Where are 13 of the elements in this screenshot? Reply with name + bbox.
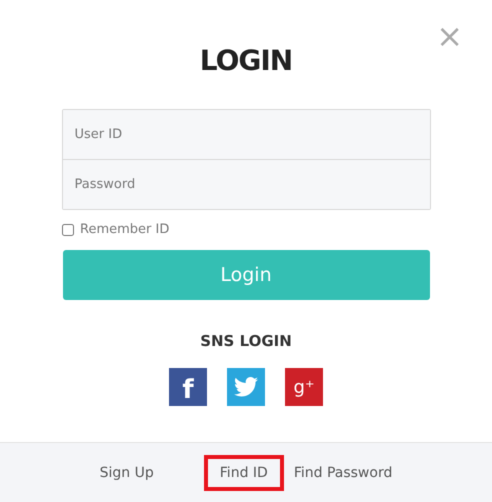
footer-link[interactable]: Find Password	[284, 456, 402, 488]
bird-icon	[234, 377, 258, 397]
input-field[interactable]: Password	[62, 159, 430, 209]
twitter-button[interactable]	[227, 368, 265, 406]
login-title: LOGIN	[200, 43, 292, 79]
footer-link[interactable]: Find ID	[204, 454, 284, 490]
google-plus-button[interactable]: g⁺	[285, 368, 323, 406]
sns-title: SNS LOGIN	[200, 332, 292, 350]
input-field[interactable]: User ID	[62, 110, 430, 159]
footer-link[interactable]: Sign Up	[90, 456, 164, 488]
remember-label: Remember ID	[80, 222, 170, 237]
facebook-button[interactable]: f	[169, 368, 207, 406]
remember-checkbox[interactable]	[62, 224, 74, 236]
